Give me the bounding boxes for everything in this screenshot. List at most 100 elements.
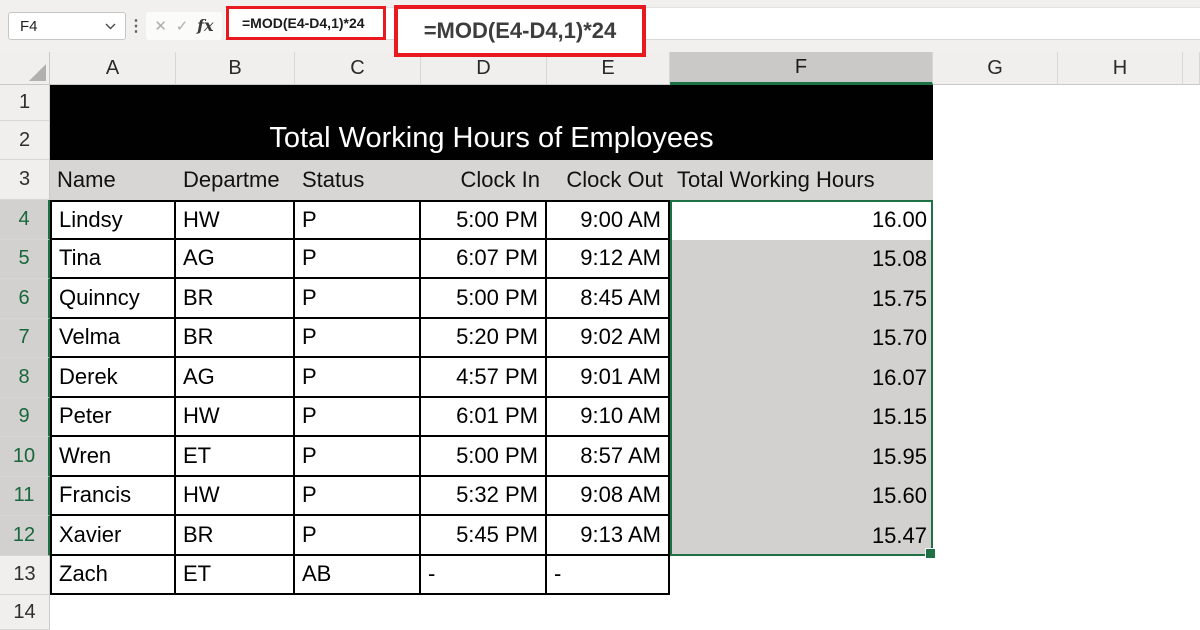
cell-D5[interactable]: 6:07 PM: [421, 239, 547, 279]
column-header-b[interactable]: B: [176, 52, 295, 85]
table-header-clock-out[interactable]: Clock Out: [547, 160, 670, 200]
cell-A12[interactable]: Xavier: [50, 516, 176, 556]
cell-C6[interactable]: P: [295, 279, 421, 319]
table-header-total[interactable]: Total Working Hours: [670, 160, 933, 200]
cell-D9[interactable]: 6:01 PM: [421, 397, 547, 437]
cell-C7[interactable]: P: [295, 318, 421, 358]
cell-B12[interactable]: BR: [176, 516, 295, 556]
select-all-triangle-icon: [29, 64, 46, 81]
cell-A8[interactable]: Derek: [50, 358, 176, 398]
row-header-4[interactable]: 4: [0, 200, 50, 240]
cell-D6[interactable]: 5:00 PM: [421, 279, 547, 319]
cell-D11[interactable]: 5:32 PM: [421, 476, 547, 516]
cell-E11[interactable]: 9:08 AM: [547, 476, 670, 516]
cell-B11[interactable]: HW: [176, 476, 295, 516]
cell-A10[interactable]: Wren: [50, 437, 176, 477]
select-all-corner[interactable]: [0, 52, 50, 85]
name-box-value: F4: [20, 17, 38, 35]
table-header-department[interactable]: Departme: [176, 160, 295, 200]
cell-B5[interactable]: AG: [176, 239, 295, 279]
cell-E9[interactable]: 9:10 AM: [547, 397, 670, 437]
row-header-2[interactable]: 2: [0, 121, 50, 160]
row-header-1[interactable]: 1: [0, 85, 50, 121]
cell-C13[interactable]: AB: [295, 555, 421, 595]
cell-F4[interactable]: 16.00: [670, 200, 933, 240]
cell-E6[interactable]: 8:45 AM: [547, 279, 670, 319]
cell-C11[interactable]: P: [295, 476, 421, 516]
cell-F6[interactable]: 15.75: [670, 279, 933, 319]
insert-function-icon[interactable]: fx: [197, 18, 213, 34]
cell-A6[interactable]: Quinncy: [50, 279, 176, 319]
cell-F11[interactable]: 15.60: [670, 476, 933, 516]
cell-B10[interactable]: ET: [176, 437, 295, 477]
row-header-3[interactable]: 3: [0, 160, 50, 200]
row-header-9[interactable]: 9: [0, 397, 50, 437]
row-header-6[interactable]: 6: [0, 279, 50, 319]
name-box[interactable]: F4: [8, 12, 126, 40]
cell-B7[interactable]: BR: [176, 318, 295, 358]
table-header-name[interactable]: Name: [50, 160, 176, 200]
cell-B13[interactable]: ET: [176, 555, 295, 595]
chevron-down-icon[interactable]: [105, 17, 116, 35]
table-header-status[interactable]: Status: [295, 160, 421, 200]
row-header-12[interactable]: 12: [0, 516, 50, 556]
cell-D7[interactable]: 5:20 PM: [421, 318, 547, 358]
cell-D4[interactable]: 5:00 PM: [421, 200, 547, 240]
cell-C10[interactable]: P: [295, 437, 421, 477]
cell-F10[interactable]: 15.95: [670, 437, 933, 477]
cell-B9[interactable]: HW: [176, 397, 295, 437]
cell-F12[interactable]: 15.47: [670, 516, 933, 556]
row-header-11[interactable]: 11: [0, 476, 50, 516]
cell-D13[interactable]: -: [421, 555, 547, 595]
cell-E7[interactable]: 9:02 AM: [547, 318, 670, 358]
row-header-14[interactable]: 14: [0, 595, 50, 630]
cell-D12[interactable]: 5:45 PM: [421, 516, 547, 556]
formula-callout-box: =MOD(E4-D4,1)*24: [394, 5, 646, 57]
formula-callout-text: =MOD(E4-D4,1)*24: [423, 18, 617, 43]
cell-D8[interactable]: 4:57 PM: [421, 358, 547, 398]
cell-C5[interactable]: P: [295, 239, 421, 279]
cell-E13[interactable]: -: [547, 555, 670, 595]
confirm-icon[interactable]: ✓: [176, 19, 189, 34]
sheet-title: Total Working Hours of Employees: [269, 122, 714, 154]
column-header-h[interactable]: H: [1058, 52, 1183, 85]
cell-A7[interactable]: Velma: [50, 318, 176, 358]
cell-F9[interactable]: 15.15: [670, 397, 933, 437]
cell-B8[interactable]: AG: [176, 358, 295, 398]
title-banner-cell[interactable]: Total Working Hours of Employees: [50, 85, 933, 160]
cell-C12[interactable]: P: [295, 516, 421, 556]
cell-E5[interactable]: 9:12 AM: [547, 239, 670, 279]
cell-A9[interactable]: Peter: [50, 397, 176, 437]
cancel-icon[interactable]: ✕: [154, 19, 167, 34]
row-header-5[interactable]: 5: [0, 239, 50, 279]
table-header-clock-in[interactable]: Clock In: [421, 160, 547, 200]
more-options-icon[interactable]: ⋮: [128, 0, 144, 52]
cell-C4[interactable]: P: [295, 200, 421, 240]
cell-E10[interactable]: 8:57 AM: [547, 437, 670, 477]
cell-C9[interactable]: P: [295, 397, 421, 437]
cell-A13[interactable]: Zach: [50, 555, 176, 595]
cell-D10[interactable]: 5:00 PM: [421, 437, 547, 477]
cell-F8[interactable]: 16.07: [670, 358, 933, 398]
column-header-partial[interactable]: [1183, 52, 1200, 85]
cell-A5[interactable]: Tina: [50, 239, 176, 279]
cell-B4[interactable]: HW: [176, 200, 295, 240]
cell-E4[interactable]: 9:00 AM: [547, 200, 670, 240]
cell-B6[interactable]: BR: [176, 279, 295, 319]
column-header-f[interactable]: F: [670, 52, 933, 85]
row-header-13[interactable]: 13: [0, 555, 50, 595]
cell-F5[interactable]: 15.08: [670, 239, 933, 279]
cell-C8[interactable]: P: [295, 358, 421, 398]
formula-highlight-box: =MOD(E4-D4,1)*24: [226, 6, 386, 40]
row-header-10[interactable]: 10: [0, 437, 50, 477]
row-header-8[interactable]: 8: [0, 358, 50, 398]
cell-A4[interactable]: Lindsy: [50, 200, 176, 240]
column-header-a[interactable]: A: [50, 52, 176, 85]
fill-handle[interactable]: [925, 547, 936, 559]
cell-F7[interactable]: 15.70: [670, 318, 933, 358]
cell-E8[interactable]: 9:01 AM: [547, 358, 670, 398]
row-header-7[interactable]: 7: [0, 318, 50, 358]
column-header-g[interactable]: G: [933, 52, 1058, 85]
cell-E12[interactable]: 9:13 AM: [547, 516, 670, 556]
cell-A11[interactable]: Francis: [50, 476, 176, 516]
